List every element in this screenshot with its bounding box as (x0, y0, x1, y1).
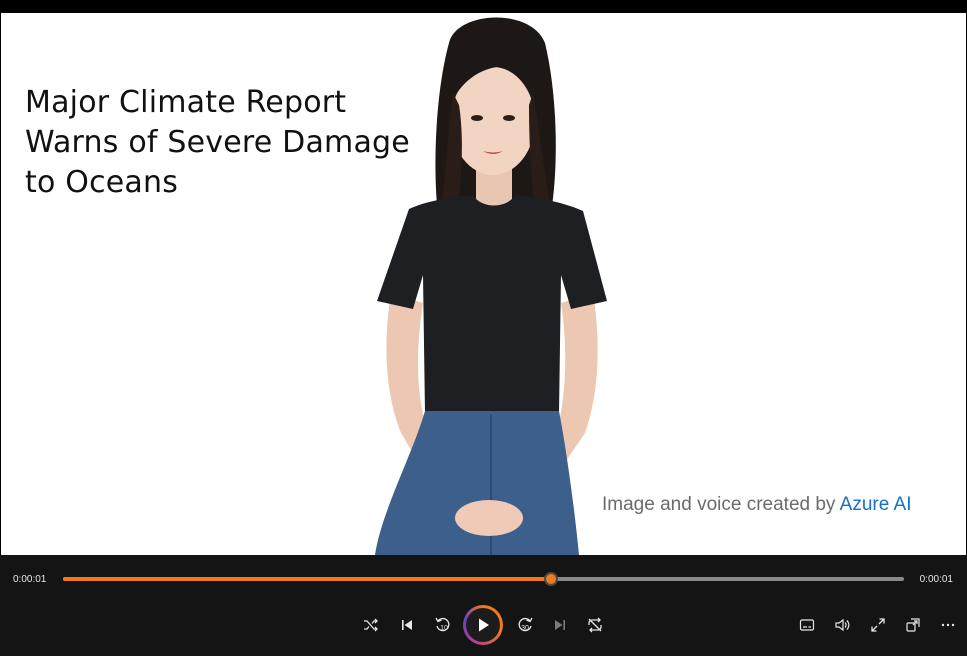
headline-line: to Oceans (25, 165, 179, 200)
forward-30-button[interactable]: 30 (512, 612, 538, 638)
skip-previous-icon (402, 620, 412, 630)
shuffle-icon (364, 618, 378, 632)
seek-thumb[interactable] (543, 572, 558, 586)
player-controls: 0:00:01 0:00:01 10 30 (0, 555, 967, 656)
forward-30-icon: 30 (518, 617, 533, 632)
previous-button[interactable] (394, 612, 420, 638)
credit-text: Image and voice created by (602, 494, 836, 515)
top-bar (0, 0, 967, 13)
seek-bar-progress (63, 577, 551, 581)
credit-brand: Azure AI (839, 494, 912, 515)
repeat-icon (588, 617, 602, 633)
play-button[interactable] (463, 605, 503, 645)
fullscreen-button[interactable] (865, 612, 891, 638)
headline-line: Major Climate Report (25, 85, 347, 120)
volume-icon (835, 618, 850, 632)
volume-button[interactable] (829, 612, 855, 638)
mini-player-button[interactable] (900, 612, 926, 638)
more-options-button[interactable] (935, 612, 961, 638)
presenter-image (375, 17, 607, 555)
skip-next-icon (555, 620, 565, 630)
repeat-button[interactable] (582, 612, 608, 638)
video-frame[interactable]: Major Climate Report Warns of Severe Dam… (1, 13, 966, 555)
more-icon (941, 623, 955, 627)
next-button[interactable] (547, 612, 573, 638)
headline-overlay: Major Climate Report Warns of Severe Dam… (25, 83, 410, 203)
rewind-label: 10 (440, 625, 448, 632)
elapsed-time: 0:00:01 (13, 574, 47, 585)
captions-icon (799, 619, 815, 631)
fullscreen-icon (871, 618, 885, 632)
rewind-10-button[interactable]: 10 (430, 612, 456, 638)
play-button-inner (466, 608, 500, 642)
forward-label: 30 (521, 625, 529, 632)
total-duration: 0:00:01 (919, 574, 953, 585)
rewind-10-icon: 10 (435, 617, 450, 632)
mini-player-icon (906, 618, 920, 632)
credit-caption: Image and voice created by Azure AI (602, 494, 911, 516)
play-icon (479, 618, 489, 632)
seek-bar[interactable] (63, 572, 904, 586)
shuffle-button[interactable] (358, 612, 384, 638)
headline-line: Warns of Severe Damage (25, 125, 410, 160)
captions-button[interactable] (794, 612, 820, 638)
